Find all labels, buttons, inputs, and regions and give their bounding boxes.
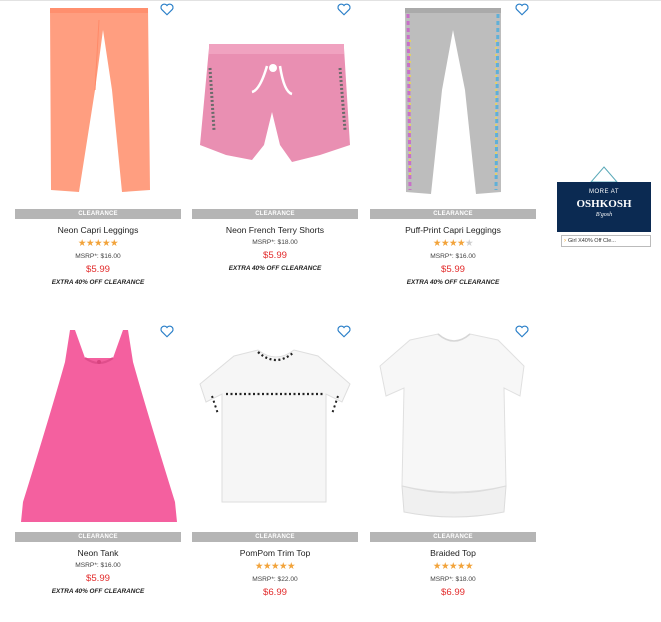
rating-stars: ★★★★★ [370, 239, 536, 249]
clearance-badge: CLEARANCE [15, 209, 181, 219]
star-icon: ★ [93, 238, 103, 249]
clearance-badge: CLEARANCE [370, 209, 536, 219]
clearance-badge: CLEARANCE [192, 532, 358, 542]
star-icon: ★ [432, 238, 442, 249]
sale-price: $5.99 [262, 250, 287, 261]
product-card[interactable]: CLEARANCE Braided Top ★★★★★ MSRP*: $18.0… [370, 322, 536, 622]
product-image[interactable] [192, 0, 358, 205]
heart-icon[interactable] [337, 3, 351, 16]
star-icon: ★ [432, 561, 442, 572]
star-icon: ★ [270, 561, 280, 572]
star-icon: ★ [287, 561, 296, 572]
sale-price: $5.99 [440, 264, 465, 275]
product-image[interactable] [370, 322, 536, 532]
ad-link-text: Girl X40% Off Cle... [568, 238, 616, 244]
star-empty-icon: ★ [465, 238, 474, 249]
star-icon: ★ [448, 238, 458, 249]
star-half-icon: ★ [465, 561, 474, 572]
promo-text: EXTRA 40% OFF CLEARANCE [406, 279, 500, 286]
star-icon: ★ [457, 561, 466, 572]
msrp-price: MSRP*: $18.00 [252, 239, 298, 246]
product-image[interactable] [370, 0, 536, 205]
star-half-icon: ★ [110, 238, 119, 249]
oshkosh-ad[interactable]: MORE AT OSHKOSH B'gosh › Girl X40% Off Cl… [557, 165, 651, 250]
product-card[interactable]: CLEARANCE PomPom Trim Top ★★★★★ MSRP*: $… [192, 322, 358, 622]
heart-icon[interactable] [337, 325, 351, 338]
ad-link[interactable]: › Girl X40% Off Cle... [561, 235, 651, 247]
rating-stars: ★★★★★ [15, 239, 181, 249]
product-image[interactable] [192, 322, 358, 532]
rating-stars: ★★★★★ [192, 562, 358, 572]
product-image[interactable] [15, 322, 181, 532]
clearance-badge: CLEARANCE [370, 532, 536, 542]
sale-price: $6.99 [262, 587, 287, 598]
star-icon: ★ [279, 561, 288, 572]
ad-brand-logo: OSHKOSH [576, 198, 632, 210]
product-card[interactable]: CLEARANCE Neon Tank MSRP*: $16.00 $5.99 … [15, 322, 181, 622]
heart-icon[interactable] [515, 3, 529, 16]
product-image[interactable] [15, 0, 181, 205]
promo-text: EXTRA 40% OFF CLEARANCE [51, 588, 145, 595]
msrp-price: MSRP*: $16.00 [75, 562, 121, 569]
star-icon: ★ [457, 238, 466, 249]
hanger-icon [589, 166, 619, 183]
sale-price: $5.99 [85, 573, 110, 584]
msrp-price: MSRP*: $22.00 [252, 576, 298, 583]
star-icon: ★ [77, 238, 87, 249]
star-icon: ★ [440, 561, 450, 572]
product-name[interactable]: Braided Top [370, 548, 536, 558]
star-icon: ★ [85, 238, 95, 249]
sale-price: $6.99 [440, 587, 465, 598]
heart-icon[interactable] [160, 3, 174, 16]
product-card[interactable]: CLEARANCE Puff-Print Capri Leggings ★★★★… [370, 0, 536, 300]
product-name[interactable]: Neon Tank [15, 548, 181, 558]
star-icon: ★ [440, 238, 450, 249]
ad-brand-sub: B'gosh [595, 212, 613, 218]
clearance-badge: CLEARANCE [192, 209, 358, 219]
clearance-badge: CLEARANCE [15, 532, 181, 542]
star-icon: ★ [254, 561, 264, 572]
sale-price: $5.99 [85, 264, 110, 275]
promo-text: EXTRA 40% OFF CLEARANCE [51, 279, 145, 286]
ad-more-at: MORE AT [588, 189, 620, 195]
product-card[interactable]: CLEARANCE Neon French Terry Shorts MSRP*… [192, 0, 358, 300]
product-name[interactable]: Neon French Terry Shorts [192, 225, 358, 235]
heart-icon[interactable] [515, 325, 529, 338]
rating-stars: ★★★★★ [370, 562, 536, 572]
star-icon: ★ [262, 561, 272, 572]
promo-text: EXTRA 40% OFF CLEARANCE [228, 265, 322, 272]
star-icon: ★ [448, 561, 458, 572]
star-icon: ★ [102, 238, 111, 249]
product-name[interactable]: Neon Capri Leggings [15, 225, 181, 235]
msrp-price: MSRP*: $16.00 [430, 253, 476, 260]
heart-icon[interactable] [160, 325, 174, 338]
arrow-right-icon: › [564, 238, 566, 244]
msrp-price: MSRP*: $18.00 [430, 576, 476, 583]
product-card[interactable]: CLEARANCE Neon Capri Leggings ★★★★★ MSRP… [15, 0, 181, 300]
product-name[interactable]: PomPom Trim Top [192, 548, 358, 558]
product-name[interactable]: Puff-Print Capri Leggings [370, 225, 536, 235]
msrp-price: MSRP*: $16.00 [75, 253, 121, 260]
